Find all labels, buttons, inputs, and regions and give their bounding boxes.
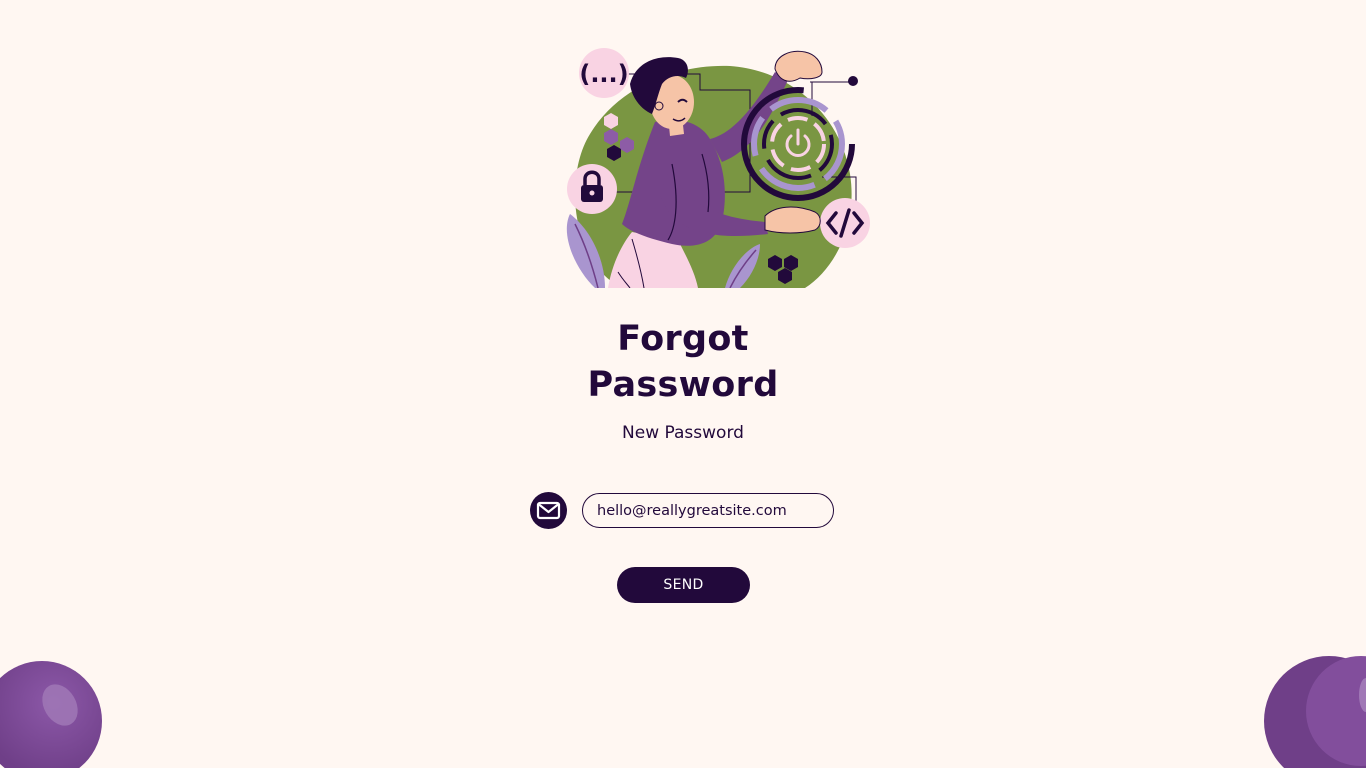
mail-icon: [530, 492, 567, 529]
code-icon: [820, 198, 870, 248]
chat-bubble-icon: (...): [579, 48, 629, 98]
send-button[interactable]: SEND: [617, 567, 750, 603]
lock-icon: [567, 164, 617, 214]
page-title: Forgot Password: [483, 316, 883, 408]
decorative-bubble-left: [0, 661, 102, 768]
svg-text:(...): (...): [579, 60, 628, 88]
email-field[interactable]: [582, 493, 834, 528]
page-subtitle: New Password: [622, 423, 744, 443]
decorative-bubble-right: [1264, 656, 1366, 768]
bubble-inner: [1306, 656, 1366, 766]
page-title-line1: Forgot: [617, 319, 749, 359]
bubble-highlight: [35, 677, 85, 733]
page-title-line2: Password: [587, 365, 779, 405]
bubble-highlight: [1359, 678, 1366, 712]
hero-illustration: (...): [566, 48, 870, 288]
